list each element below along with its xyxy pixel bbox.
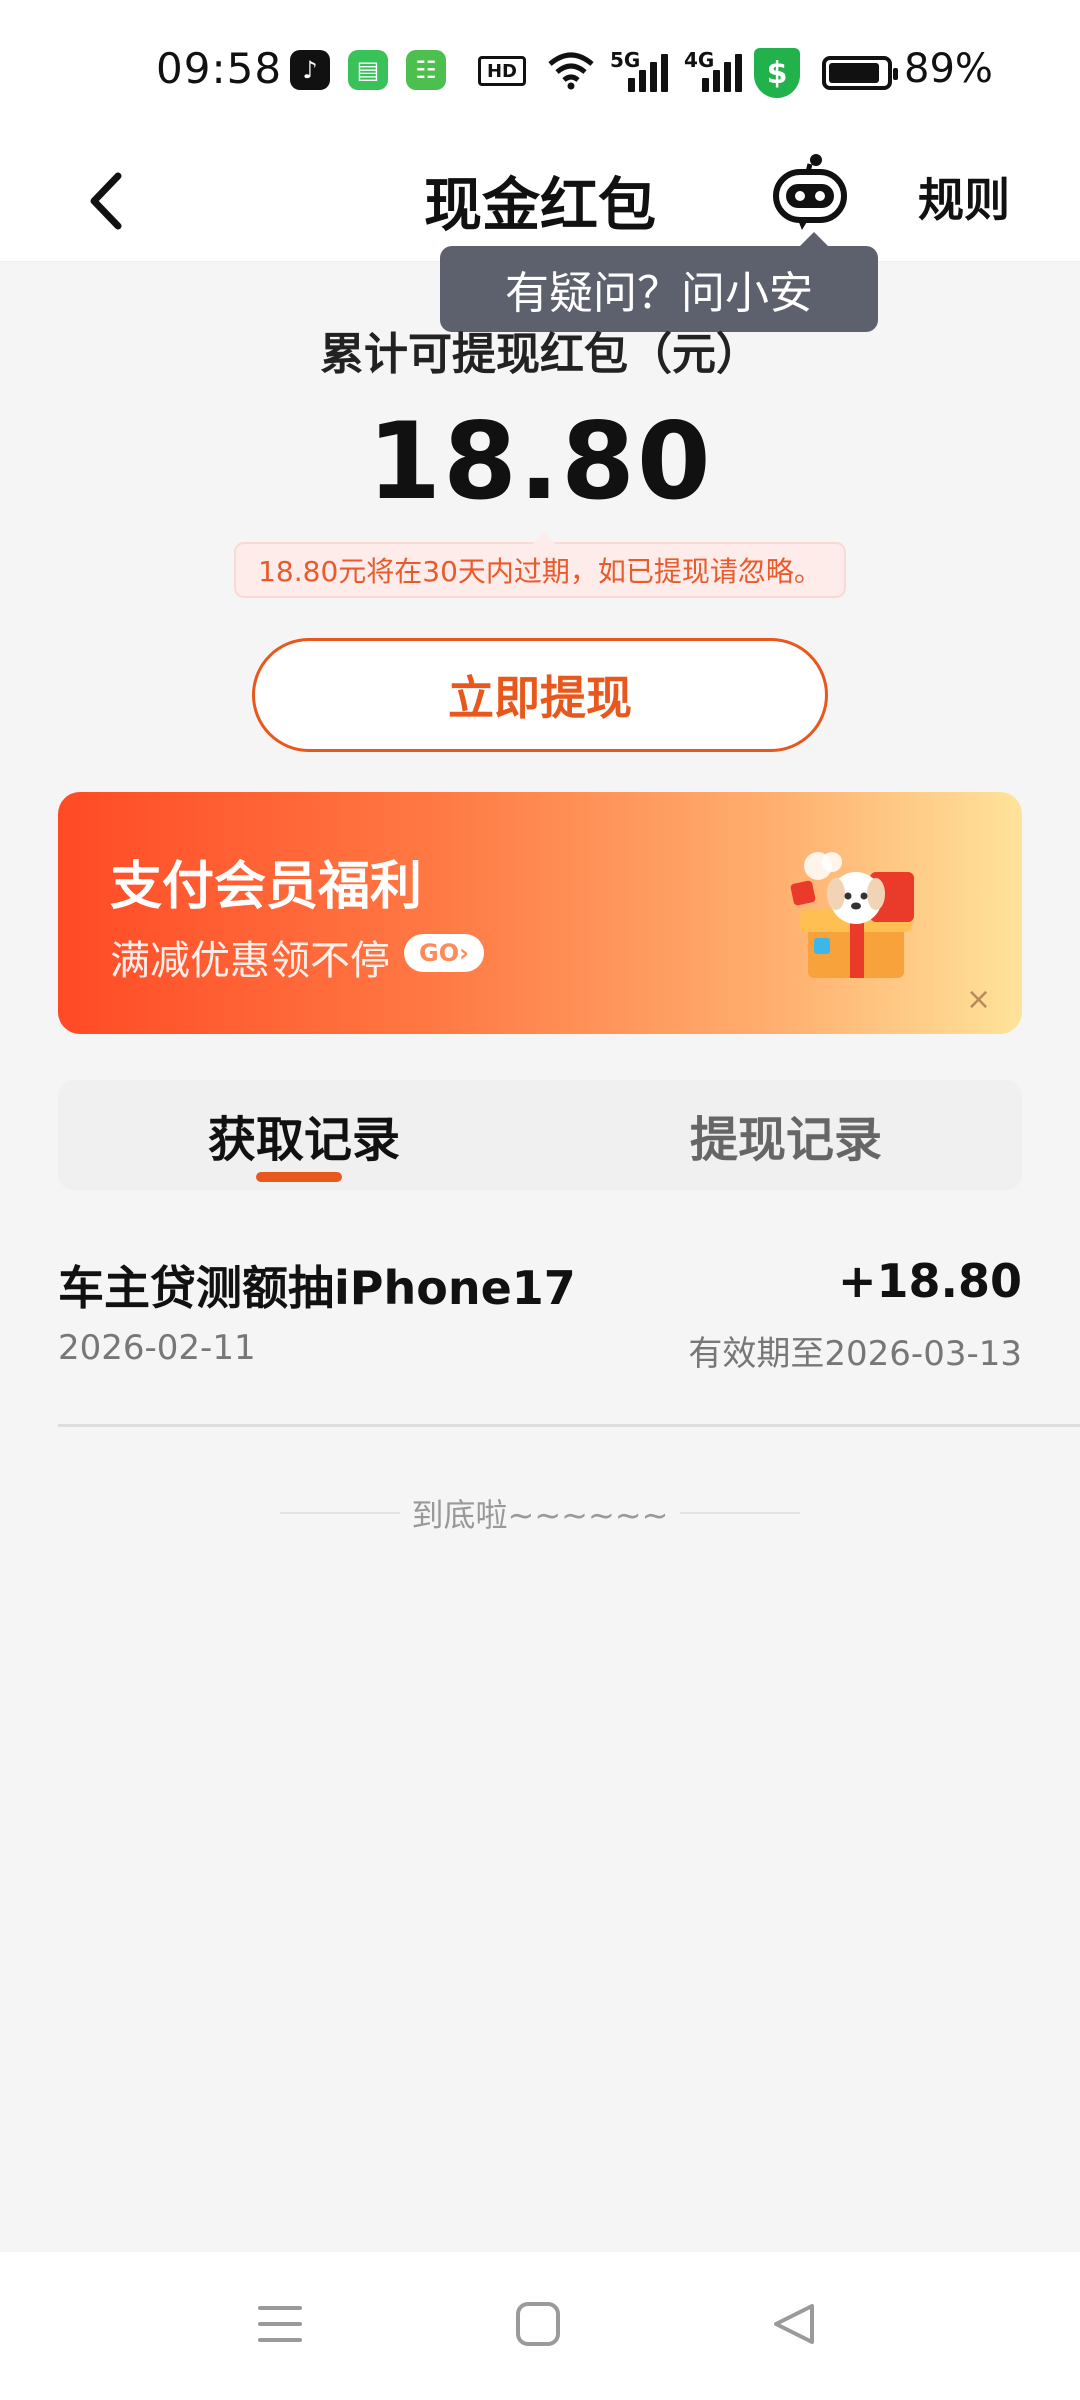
record-divider	[58, 1424, 1080, 1427]
tab-earn-records[interactable]: 获取记录	[208, 1100, 400, 1170]
expire-notice: 18.80元将在30天内过期，如已提现请忽略。	[234, 532, 846, 598]
active-tab-indicator	[256, 1172, 342, 1182]
list-item[interactable]: 车主贷测额抽iPhone17 +18.80 2026-02-11 有效期至202…	[58, 1240, 1022, 1430]
record-tabs: 获取记录 提现记录	[58, 1080, 1022, 1190]
rules-link[interactable]: 规则	[918, 164, 1010, 230]
battery-percent: 89%	[904, 46, 993, 92]
wifi-icon	[548, 52, 594, 90]
status-time: 09:58	[156, 44, 283, 93]
balance-label: 累计可提现红包（元）	[320, 329, 760, 380]
banner-subtitle: 满减优惠领不停	[110, 938, 390, 984]
back-triangle-icon[interactable]	[770, 2300, 818, 2348]
record-title: 车主贷测额抽iPhone17	[58, 1261, 576, 1315]
banner-title: 支付会员福利	[110, 857, 423, 917]
promo-banner[interactable]: 支付会员福利 满减优惠领不停 GO› ×	[58, 792, 1022, 1034]
nav-bar: 现金红包 规则	[0, 140, 1080, 262]
battery-icon	[822, 56, 898, 90]
record-date: 2026-02-11	[58, 1328, 256, 1368]
record-expiry: 有效期至2026-03-13	[688, 1334, 1022, 1374]
tiktok-icon: ♪	[290, 50, 330, 90]
signal-5g-icon: 5G	[610, 48, 668, 92]
messages-icon: ▤	[348, 50, 388, 90]
balance-amount: 18.80	[367, 400, 713, 523]
robot-icon[interactable]	[768, 150, 852, 234]
menu-icon[interactable]	[256, 2300, 304, 2348]
end-of-list-text: 到底啦~~~~~~	[411, 1496, 669, 1534]
hd-voice-icon: HD	[478, 56, 526, 86]
signal-4g-icon: 4G	[684, 48, 742, 92]
go-button[interactable]: GO›	[404, 934, 484, 972]
system-nav-bar	[0, 2252, 1080, 2400]
home-square-icon[interactable]	[514, 2300, 562, 2348]
end-divider-right	[680, 1512, 800, 1514]
gift-box-icon	[790, 852, 914, 978]
record-amount: +18.80	[837, 1254, 1022, 1308]
banner-close-button[interactable]: ×	[966, 982, 991, 1017]
app-notification-icon: ☷	[406, 50, 446, 90]
battery-level-fill	[829, 63, 879, 83]
security-shield-icon: $	[754, 48, 800, 98]
tab-withdraw-records[interactable]: 提现记录	[690, 1100, 882, 1170]
status-bar: 09:58 ♪ ▤ ☷ HD 5G 4G $ 89%	[0, 0, 1080, 140]
withdraw-button[interactable]: 立即提现	[252, 638, 828, 752]
